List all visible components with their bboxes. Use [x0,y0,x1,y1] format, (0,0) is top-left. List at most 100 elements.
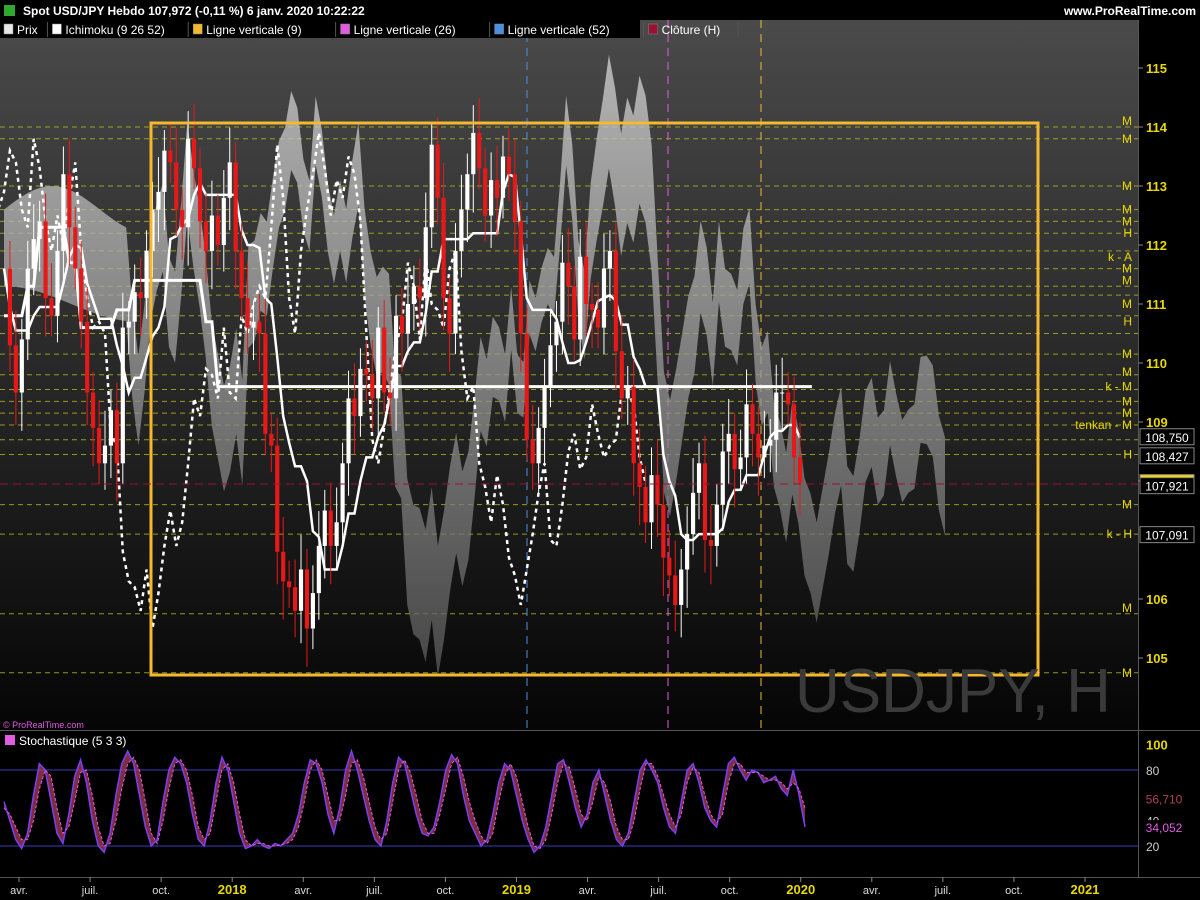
time-axis: avr. juil. oct. 2018 avr. juil. oct. 2019 avr. ju… [10,877,1099,897]
level-marker-label: M [1122,498,1132,512]
level-marker-label: M [1122,601,1132,615]
candle-body [275,445,280,552]
candle-body [132,292,137,322]
level-marker-label: H [1123,315,1132,329]
candle-body [732,433,737,470]
legend-item-label: Ligne verticale (26) [354,23,456,37]
candle-body [631,386,636,464]
candle-body [287,581,292,588]
price-axis: 115114113112111110109108106105108,750108… [1138,61,1195,666]
candle-body [768,439,773,446]
candle-body [192,138,197,169]
candle-body [613,250,618,352]
blue-square-icon [494,23,504,35]
level-marker-label: k - H [1107,527,1132,541]
price-tick-label: 109 [1146,415,1168,430]
time-tick-label: avr. [10,885,28,897]
candle-body [667,557,672,576]
candle-body [661,504,666,558]
site-link[interactable]: www.ProRealTime.com [1063,4,1196,18]
candle-body [138,292,143,299]
candle-body [263,333,268,434]
candle-body [637,463,642,487]
watermark: USDJPY, H [795,657,1111,726]
price-value-label: 107,091 [1145,529,1189,543]
candle-body [483,168,488,216]
candle-body [322,510,327,546]
candle-body [447,298,452,334]
candle-body [791,404,797,458]
time-tick-label: 2020 [786,882,815,897]
time-tick-label: avr. [294,885,312,897]
indicator-legend: Prix Ichimoku (9 26 52) Ligne verticale (9… [0,20,739,38]
candle-body [162,150,167,192]
candle-body [334,522,339,546]
window-icon[interactable] [4,5,15,16]
level-marker-label: M [1122,347,1132,361]
time-tick-label: oct. [1005,885,1023,897]
candle-body [114,410,119,464]
candle-body [566,262,571,287]
candle-body [786,392,791,405]
candle-body [96,427,102,464]
candle-body [7,268,13,346]
time-tick-label: 2021 [1071,882,1100,897]
candle-body [37,221,42,240]
chart-title: Spot USD/JPY Hebdo 107,972 (-0,11 %) 6 j… [23,4,365,18]
candle-body [744,404,749,458]
time-tick-label: juil. [649,885,667,897]
candle-body [298,569,304,611]
candle-body [655,475,660,505]
candle-body [328,510,333,546]
candle-body [233,162,238,251]
candle-body [524,333,529,440]
candle-body [180,209,185,228]
price-tick-label: 114 [1146,120,1168,135]
time-tick-label: oct. [721,885,739,897]
price-value-label: 107,921 [1145,480,1189,494]
candle-body [346,398,351,464]
candle-body [203,221,209,251]
candle-body [43,221,48,299]
candle-body [708,540,713,546]
level-marker-label: M [1122,179,1132,193]
candle-body [607,250,612,269]
candle-body [554,321,559,346]
candle-body [79,268,84,322]
legend-item-label: Prix [17,23,38,37]
candle-body [590,304,595,310]
candle-body [762,445,767,458]
candle-body [453,250,458,334]
candle-body [797,457,803,483]
time-tick-label: 2018 [218,882,247,897]
stochastic-color-icon [5,735,15,745]
copyright-label: © ProRealTime.com [3,720,84,730]
candle-body [174,162,179,210]
level-marker-label: M [1122,273,1132,287]
price-tick-label: 106 [1146,592,1168,607]
candle-body [25,268,30,340]
candle-body [756,433,761,458]
candle-body [91,392,96,428]
candle-body [197,168,203,222]
price-tick-label: 115 [1146,61,1167,76]
candle-body [49,298,54,316]
legend-item-label: Ligne verticale (9) [206,23,301,37]
candle-body [411,286,416,304]
candle-body [55,250,60,316]
candle-body [156,191,161,210]
candle-body [601,268,607,328]
price-tick-label: 105 [1146,651,1168,666]
stochastic-label: Stochastique (5 3 3) [19,734,126,748]
time-tick-label: 2019 [502,882,531,897]
candle-body [738,457,743,470]
white-square-icon [52,23,62,35]
candle-body [393,315,399,399]
candle-body [518,221,523,334]
candle-body [340,463,345,523]
price-tick-label: 113 [1146,179,1167,194]
candle-body [500,156,506,198]
candle-body [126,321,131,328]
candle-body [471,132,476,175]
price-value-label: 108,750 [1145,431,1189,445]
